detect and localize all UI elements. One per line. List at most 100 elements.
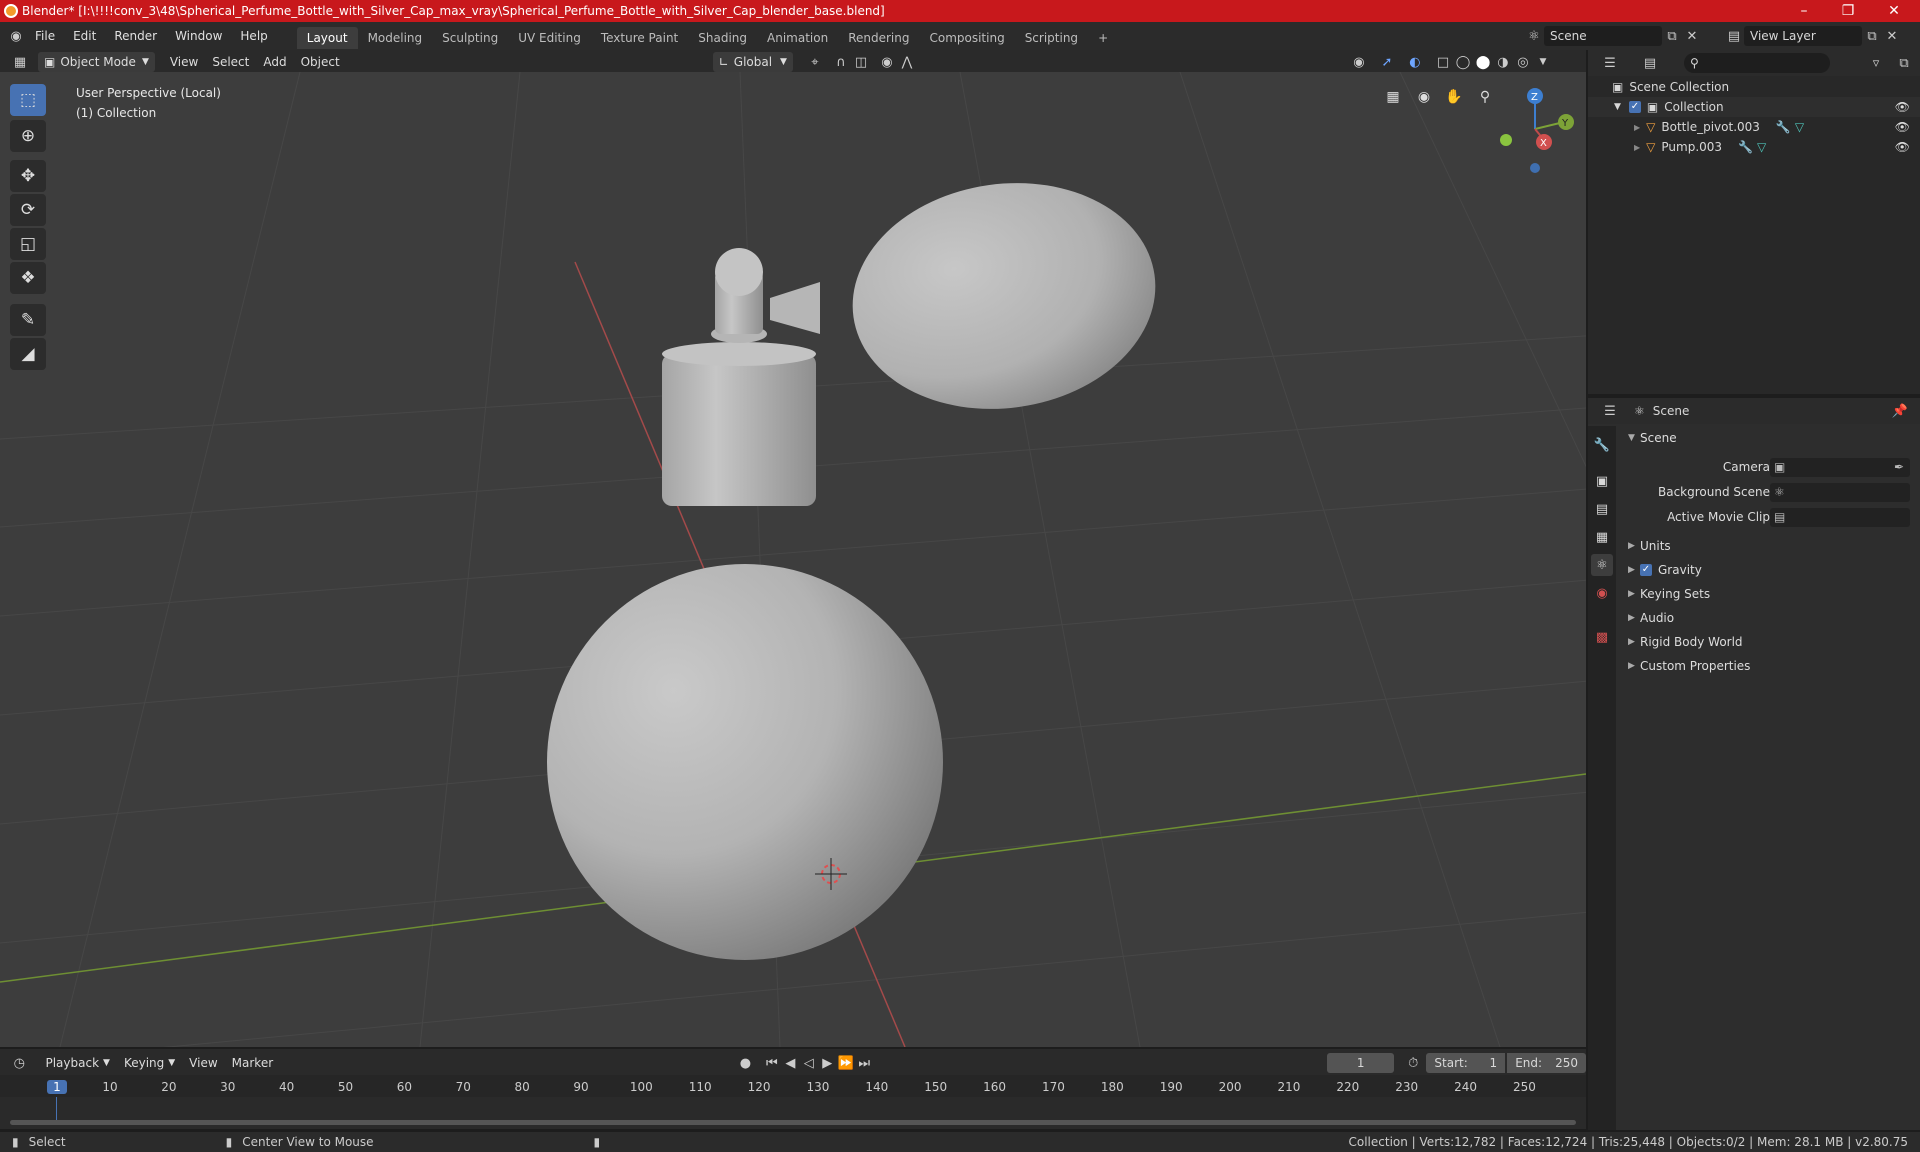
tab-sculpting[interactable]: Sculpting (432, 27, 508, 49)
tab-animation[interactable]: Animation (757, 27, 838, 49)
pivot-point-icon[interactable]: ⌖ (805, 52, 825, 72)
audio-panel[interactable]: ▶ Audio (1620, 606, 1920, 630)
gravity-panel[interactable]: ▶ ✓ Gravity (1620, 558, 1920, 582)
marker-menu[interactable]: Marker (225, 1053, 280, 1073)
eyedropper-icon[interactable]: ✒ (1894, 460, 1904, 474)
toggle-perspective-button[interactable]: ▦ (1380, 84, 1406, 110)
wireframe-shading-icon[interactable]: ◯ (1453, 52, 1473, 72)
jump-end-icon[interactable]: ⏭ (855, 1053, 873, 1073)
tab-compositing[interactable]: Compositing (919, 27, 1014, 49)
snap-target-icon[interactable]: ◫ (851, 52, 871, 72)
cursor-tool[interactable]: ⊕ (10, 120, 46, 152)
close-button[interactable]: ✕ (1872, 0, 1916, 22)
rendered-shading-icon[interactable]: ◎ (1513, 52, 1533, 72)
pan-view-button[interactable]: ✋ (1441, 84, 1467, 110)
menu-render[interactable]: Render (105, 22, 166, 50)
record-keyframe-icon[interactable]: ● (736, 1053, 754, 1073)
scene-tab[interactable]: ⚛ (1591, 554, 1613, 576)
properties-editor-type-icon[interactable]: ☰ (1600, 401, 1620, 421)
minimize-button[interactable]: – (1782, 0, 1826, 22)
current-frame-field[interactable]: 1 (1327, 1053, 1394, 1073)
shading-options-icon[interactable]: ▼ (1533, 52, 1553, 72)
world-tab[interactable]: ◉ (1591, 582, 1613, 604)
active-movie-clip-field[interactable]: ▤ (1770, 507, 1910, 527)
view-menu[interactable]: View (163, 52, 205, 72)
rotate-tool[interactable]: ⟳ (10, 194, 46, 226)
material-shading-icon[interactable]: ◑ (1493, 52, 1513, 72)
select-menu[interactable]: Select (205, 52, 256, 72)
tab-scripting[interactable]: Scripting (1015, 27, 1088, 49)
outliner-row-bottle[interactable]: ▶ ▽ Bottle_pivot.003 🔧 ▽ 👁 (1588, 117, 1920, 137)
tab-shading[interactable]: Shading (688, 27, 757, 49)
scene-selector[interactable]: ⚛ Scene ⧉ ✕ (1524, 26, 1702, 46)
background-scene-field[interactable]: ⚛ (1770, 482, 1910, 502)
end-frame-field[interactable]: End: 250 (1507, 1053, 1586, 1073)
select-box-tool[interactable]: ⬚ (10, 84, 46, 116)
jump-start-icon[interactable]: ⏮ (763, 1053, 781, 1073)
filter-icon[interactable]: ▿ (1866, 53, 1886, 73)
transform-orientation-dropdown[interactable]: ∟ Global ▼ (712, 52, 793, 72)
add-menu[interactable]: Add (256, 52, 293, 72)
delete-view-layer-icon[interactable]: ✕ (1882, 26, 1902, 46)
expand-arrow-icon[interactable]: ▶ (1634, 143, 1640, 152)
view-layer-name-field[interactable]: View Layer (1744, 26, 1862, 46)
outliner-editor-type-icon[interactable]: ☰ (1600, 53, 1620, 73)
editor-type-icon[interactable]: ▦ (10, 52, 30, 72)
maximize-button[interactable]: ❐ (1826, 0, 1870, 22)
start-frame-field[interactable]: Start: 1 (1426, 1053, 1506, 1073)
timeline-view-menu[interactable]: View (182, 1053, 224, 1073)
prev-keyframe-icon[interactable]: ◀ (781, 1053, 799, 1073)
gravity-checkbox[interactable]: ✓ (1640, 564, 1652, 576)
mode-dropdown[interactable]: ▣ Object Mode ▼ (38, 52, 155, 72)
tab-rendering[interactable]: Rendering (838, 27, 919, 49)
eye-icon[interactable]: 👁 (1895, 100, 1910, 114)
3d-viewport[interactable]: User Perspective (Local) (1) Collection … (0, 72, 1586, 1047)
proportional-edit-icon[interactable]: ◉ (877, 52, 897, 72)
annotate-tool[interactable]: ✎ (10, 304, 46, 336)
visibility-icon[interactable]: ◉ (1349, 52, 1369, 72)
tab-modeling[interactable]: Modeling (358, 27, 433, 49)
overlay-toggle-icon[interactable]: ◐ (1405, 52, 1425, 72)
camera-view-button[interactable]: ◉ (1411, 84, 1437, 110)
delete-scene-icon[interactable]: ✕ (1682, 26, 1702, 46)
measure-tool[interactable]: ◢ (10, 338, 46, 370)
outliner-row-collection[interactable]: ▼ ✓ ▣ Collection 👁 (1588, 97, 1920, 117)
outliner-row-pump[interactable]: ▶ ▽ Pump.003 🔧 ▽ 👁 (1588, 137, 1920, 157)
view-layer-tab[interactable]: ▦ (1591, 526, 1613, 548)
scene-name-field[interactable]: Scene (1544, 26, 1662, 46)
collection-enable-checkbox[interactable]: ✓ (1628, 101, 1641, 113)
object-menu[interactable]: Object (294, 52, 347, 72)
play-reverse-icon[interactable]: ◁ (800, 1053, 818, 1073)
new-collection-icon[interactable]: ⧉ (1894, 53, 1914, 73)
view-layer-selector[interactable]: ▤ View Layer ⧉ ✕ (1724, 26, 1902, 46)
units-panel[interactable]: ▶ Units (1620, 534, 1920, 558)
tab-texture-paint[interactable]: Texture Paint (591, 27, 688, 49)
add-workspace-button[interactable]: + (1088, 27, 1118, 49)
camera-field[interactable]: ▣ ✒ (1770, 457, 1910, 477)
timeline-editor-type-icon[interactable]: ◷ (10, 1053, 28, 1073)
eye-icon[interactable]: 👁 (1895, 120, 1910, 134)
outliner-search-input[interactable] (1702, 56, 1813, 70)
play-icon[interactable]: ▶ (818, 1053, 836, 1073)
new-scene-icon[interactable]: ⧉ (1662, 26, 1682, 46)
pin-icon[interactable]: 📌 (1890, 401, 1910, 421)
rigid-body-world-panel[interactable]: ▶ Rigid Body World (1620, 630, 1920, 654)
tab-uv-editing[interactable]: UV Editing (508, 27, 591, 49)
stopwatch-icon[interactable]: ⏱ (1404, 1053, 1422, 1073)
next-keyframe-icon[interactable]: ⏩ (836, 1053, 854, 1073)
collapse-arrow-icon[interactable]: ▼ (1614, 102, 1621, 112)
expand-arrow-icon[interactable]: ▶ (1634, 123, 1640, 132)
blender-menu-icon[interactable]: ◉ (6, 26, 26, 46)
custom-properties-panel[interactable]: ▶ Custom Properties (1620, 654, 1920, 678)
navigation-gizmo[interactable]: Z Y X (1490, 84, 1580, 174)
falloff-icon[interactable]: ⋀ (897, 52, 917, 72)
menu-edit[interactable]: Edit (64, 22, 105, 50)
outliner-search-field[interactable]: ⚲ (1684, 53, 1830, 73)
mesh-data-icon[interactable]: ▽ (1757, 140, 1766, 154)
output-tab[interactable]: ▤ (1591, 498, 1613, 520)
texture-tab[interactable]: ▩ (1591, 626, 1613, 648)
gizmo-toggle-icon[interactable]: ➚ (1377, 52, 1397, 72)
modifier-wrench-icon[interactable]: 🔧 (1738, 140, 1753, 154)
render-tab[interactable]: ▣ (1591, 470, 1613, 492)
outliner-row-scene-collection[interactable]: ▣ Scene Collection (1588, 77, 1920, 97)
